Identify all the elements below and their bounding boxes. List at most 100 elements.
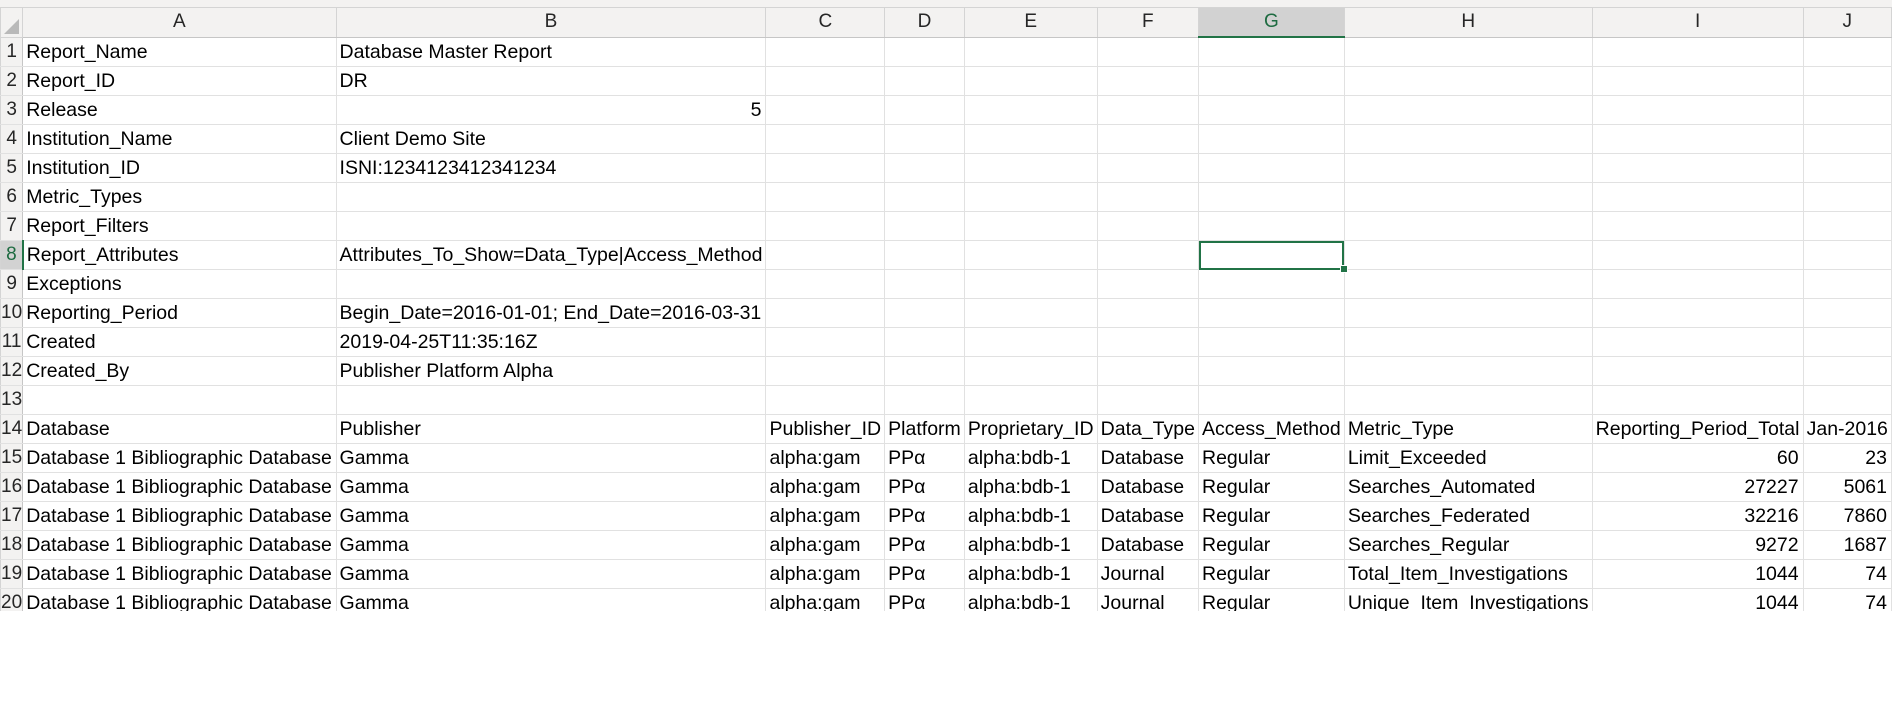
cell-e[interactable] [963,269,1098,299]
cell-f[interactable] [1096,269,1200,299]
active-cell-g8[interactable] [1198,240,1348,273]
cell-d[interactable] [884,95,965,125]
cell-jan-2016[interactable]: 23 [1802,443,1892,473]
spreadsheet-grid[interactable]: A B C D E F G H I J 1 Report_Name Database… [0,7,1892,611]
row-header[interactable]: 3 [0,95,24,125]
cell-database[interactable]: Database 1 Bibliographic Database [22,472,337,502]
cell-database[interactable]: Database 1 Bibliographic Database [22,443,337,473]
column-header-j[interactable]: J [1802,7,1892,38]
column-header-c[interactable]: C [765,7,886,38]
cell-database[interactable]: Database 1 Bibliographic Database [22,501,337,531]
cell-f[interactable] [1096,211,1200,241]
cell-h[interactable] [1343,298,1593,328]
cell-data-type[interactable]: Database [1096,530,1200,560]
cell-j[interactable] [1802,36,1892,67]
cell-i[interactable] [1591,182,1804,212]
cell-b[interactable]: Publisher Platform Alpha [335,356,767,386]
cell-g[interactable] [1198,124,1345,154]
cell-reporting-period-total[interactable]: 60 [1591,443,1804,473]
row-header[interactable]: 13 [0,385,24,415]
cell-b[interactable]: Begin_Date=2016-01-01; End_Date=2016-03-… [335,298,767,328]
cell-metric-type[interactable]: Total_Item_Investigations [1343,559,1593,589]
cell-a[interactable]: Institution_Name [22,124,337,154]
cell-jan-2016[interactable]: 74 [1802,559,1892,589]
cell-f[interactable] [1096,95,1200,125]
column-header-g[interactable]: G [1198,7,1345,38]
cell-b[interactable]: Attributes_To_Show=Data_Type|Access_Meth… [335,240,767,270]
cell-metric-type[interactable]: Searches_Automated [1343,472,1593,502]
cell-header-database[interactable]: Database [22,414,337,444]
cell-proprietary-id[interactable]: alpha:bdb-1 [963,530,1098,560]
cell-header-platform[interactable]: Platform [884,414,965,444]
cell-header-publisher-id[interactable]: Publisher_ID [765,414,886,444]
cell-c[interactable] [765,95,886,125]
cell-c[interactable] [765,298,886,328]
cell-e[interactable] [963,153,1098,183]
cell-d[interactable] [884,240,965,270]
cell-j[interactable] [1802,327,1892,357]
cell-jan-2016[interactable]: 74 [1802,588,1892,611]
cell-a[interactable]: Release [22,95,337,125]
cell-e[interactable] [963,124,1098,154]
cell-access-method[interactable]: Regular [1198,443,1345,473]
cell-d[interactable] [884,36,965,67]
cell-b[interactable]: ISNI:1234123412341234 [335,153,767,183]
fill-handle[interactable] [1339,265,1348,273]
cell-database[interactable]: Database 1 Bibliographic Database [22,559,337,589]
cell-d[interactable] [884,385,965,415]
cell-publisher-id[interactable]: alpha:gam [765,472,886,502]
cell-data-type[interactable]: Journal [1096,559,1200,589]
cell-reporting-period-total[interactable]: 9272 [1591,530,1804,560]
cell-a[interactable]: Report_Attributes [22,240,337,270]
cell-a[interactable]: Reporting_Period [22,298,337,328]
cell-d[interactable] [884,327,965,357]
cell-metric-type[interactable]: Searches_Federated [1343,501,1593,531]
cell-h[interactable] [1343,240,1593,270]
cell-i[interactable] [1591,66,1804,96]
cell-e[interactable] [963,327,1098,357]
cell-data-type[interactable]: Database [1096,472,1200,502]
row-header[interactable]: 19 [0,559,24,589]
cell-i[interactable] [1591,298,1804,328]
cell-f[interactable] [1096,240,1200,270]
cell-header-data-type[interactable]: Data_Type [1096,414,1200,444]
cell-jan-2016[interactable]: 7860 [1802,501,1892,531]
cell-publisher-id[interactable]: alpha:gam [765,559,886,589]
cell-jan-2016[interactable]: 1687 [1802,530,1892,560]
cell-d[interactable] [884,182,965,212]
cell-c[interactable] [765,124,886,154]
column-header-b[interactable]: B [335,7,767,38]
cell-b[interactable] [335,182,767,212]
cell-reporting-period-total[interactable]: 1044 [1591,559,1804,589]
cell-publisher-id[interactable]: alpha:gam [765,530,886,560]
cell-j[interactable] [1802,153,1892,183]
cell-i[interactable] [1591,153,1804,183]
cell-header-jan-2016[interactable]: Jan-2016 [1802,414,1892,444]
cell-publisher-id[interactable]: alpha:gam [765,588,886,611]
cell-i[interactable] [1591,36,1804,67]
cell-platform[interactable]: PPα [884,588,965,611]
cell-jan-2016[interactable]: 5061 [1802,472,1892,502]
cell-header-access-method[interactable]: Access_Method [1198,414,1345,444]
row-header[interactable]: 2 [0,66,24,96]
cell-f[interactable] [1096,298,1200,328]
cell-publisher-id[interactable]: alpha:gam [765,443,886,473]
row-header[interactable]: 6 [0,182,24,212]
cell-h[interactable] [1343,36,1593,67]
cell-header-metric-type[interactable]: Metric_Type [1343,414,1593,444]
cell-c[interactable] [765,153,886,183]
cell-metric-type[interactable]: Unique_Item_Investigations [1343,588,1593,611]
row-header[interactable]: 7 [0,211,24,241]
cell-access-method[interactable]: Regular [1198,559,1345,589]
cell-b[interactable] [335,269,767,299]
cell-database[interactable]: Database 1 Bibliographic Database [22,588,337,611]
cell-a[interactable]: Report_Filters [22,211,337,241]
cell-proprietary-id[interactable]: alpha:bdb-1 [963,501,1098,531]
column-header-i[interactable]: I [1591,7,1804,38]
cell-e[interactable] [963,36,1098,67]
cell-publisher[interactable]: Gamma [335,588,767,611]
cell-j[interactable] [1802,95,1892,125]
column-header-e[interactable]: E [963,7,1098,38]
cell-proprietary-id[interactable]: alpha:bdb-1 [963,559,1098,589]
cell-f[interactable] [1096,182,1200,212]
